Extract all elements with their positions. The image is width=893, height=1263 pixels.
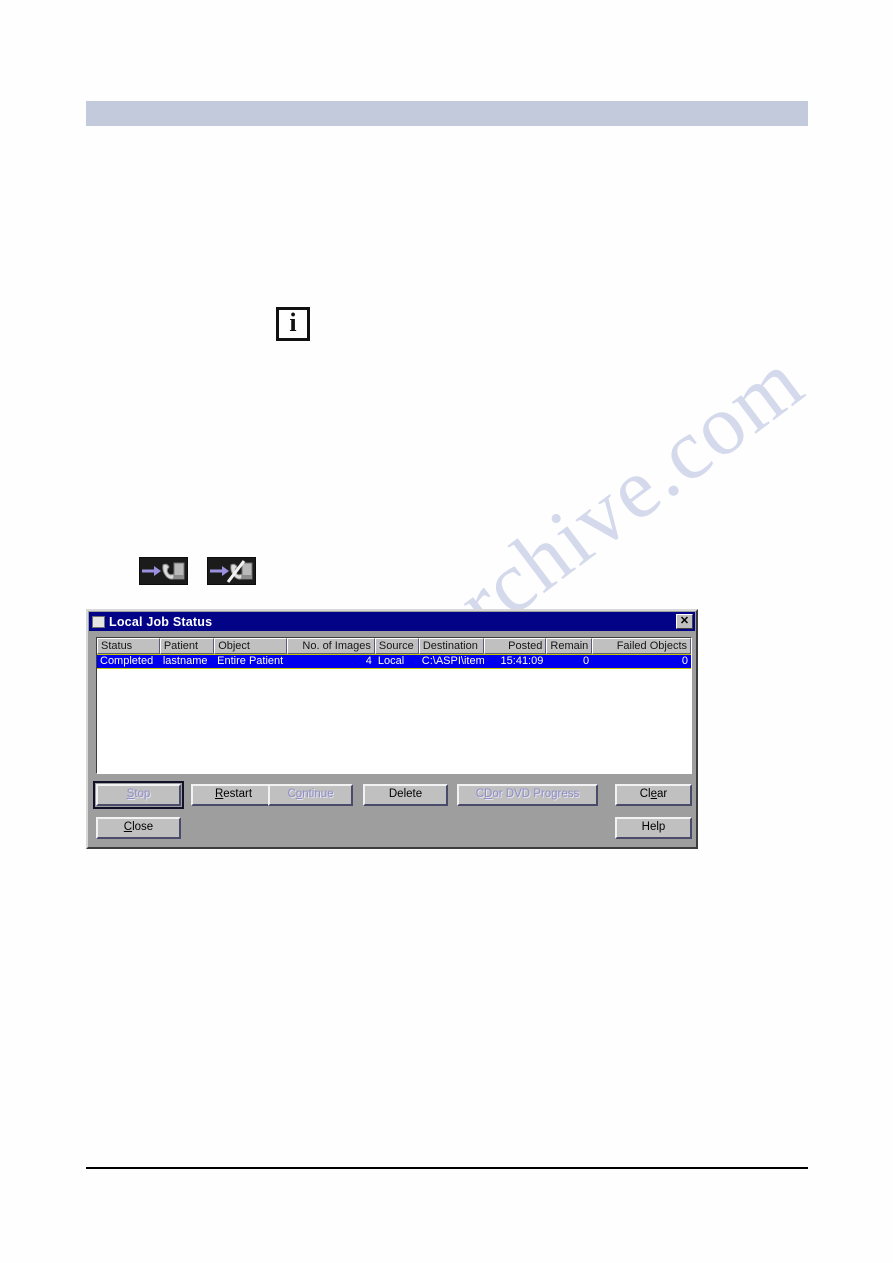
- dialog-title: Local Job Status: [109, 614, 213, 629]
- help-button[interactable]: Help: [615, 817, 692, 839]
- table-row[interactable]: Completed lastname Entire Patient 4 Loca…: [97, 654, 691, 669]
- information-note-icon: i: [276, 307, 310, 341]
- column-header-destination[interactable]: Destination: [418, 638, 484, 654]
- cell-posted: 15:41:09: [500, 655, 544, 667]
- column-header-source[interactable]: Source: [374, 638, 419, 654]
- connect-icon: [139, 557, 188, 585]
- job-list[interactable]: Status Patient Object No. of Images Sour…: [96, 637, 692, 774]
- cell-status: Completed: [100, 655, 154, 667]
- close-button[interactable]: Close: [96, 817, 181, 839]
- inline-toolbar-icons: [139, 557, 256, 585]
- close-icon[interactable]: ✕: [676, 614, 693, 629]
- info-icon: i: [289, 308, 297, 337]
- cell-destination: C:\ASPI\item: [421, 655, 484, 667]
- cd-or-dvd-progress-button[interactable]: CD or DVD Progress: [457, 784, 598, 806]
- window-icon: [92, 615, 105, 628]
- restart-button[interactable]: Restart: [191, 784, 276, 806]
- cell-failed-objects: 0: [681, 655, 688, 667]
- column-header-remain[interactable]: Remain: [546, 638, 593, 654]
- column-header-failed-objects[interactable]: Failed Objects: [592, 638, 691, 654]
- clear-button[interactable]: Cl e ar: [615, 784, 692, 806]
- stop-button[interactable]: Stop: [93, 781, 184, 809]
- local-job-status-dialog: Local Job Status ✕ Status Patient Object…: [86, 609, 698, 849]
- cell-object: Entire Patient: [217, 655, 284, 667]
- column-header-posted[interactable]: Posted: [483, 638, 547, 654]
- column-header-object[interactable]: Object: [214, 638, 288, 654]
- disconnect-icon: [207, 557, 256, 585]
- page-footer-rule: [86, 1167, 808, 1169]
- continue-button[interactable]: Co ntinue: [268, 784, 353, 806]
- delete-button[interactable]: Delete: [363, 784, 448, 806]
- job-list-header: Status Patient Object No. of Images Sour…: [97, 638, 691, 654]
- column-header-patient[interactable]: Patient: [159, 638, 215, 654]
- cell-no-of-images: 4: [365, 655, 372, 667]
- dialog-titlebar[interactable]: Local Job Status ✕: [89, 612, 695, 631]
- cell-remain: 0: [583, 655, 590, 667]
- cell-source: Local: [377, 655, 405, 667]
- column-header-status[interactable]: Status: [97, 638, 160, 654]
- page-header-bar: [86, 101, 808, 126]
- cell-patient: lastname: [162, 655, 208, 667]
- column-header-no-of-images[interactable]: No. of Images: [287, 638, 375, 654]
- manual-page: manualsarchive.com i Local Job Status ✕ …: [0, 0, 893, 1263]
